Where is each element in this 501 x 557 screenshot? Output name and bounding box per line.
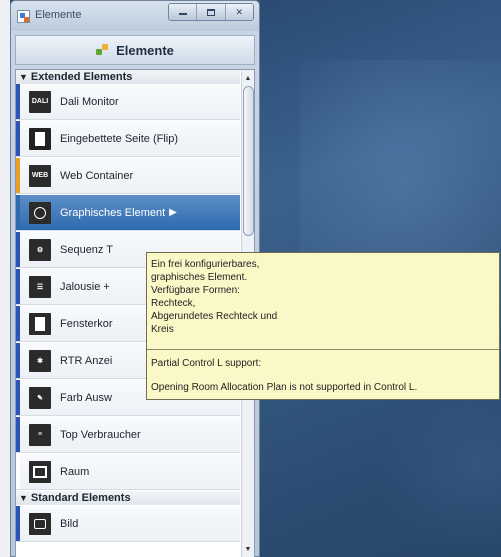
item-accent-bar [16, 158, 20, 193]
background-strip [0, 0, 10, 557]
blind-icon: ☰ [29, 275, 51, 298]
item-accent-bar [16, 454, 20, 489]
item-accent-bar [16, 306, 20, 341]
item-label: Farb Ausw [60, 391, 112, 404]
tooltip-line: Kreis [151, 324, 174, 335]
section-label: Standard Elements [30, 492, 131, 504]
item-accent-bar [16, 195, 20, 230]
item-label: Web Container [60, 169, 134, 182]
caption-buttons: ✕ [168, 3, 254, 21]
item-label: Raum [60, 465, 90, 478]
item-label: Jalousie + [60, 280, 110, 293]
tooltip-opening-note: Opening Room Allocation Plan is not supp… [151, 382, 418, 393]
item-label: Bild [60, 517, 79, 530]
minimize-button[interactable] [169, 4, 198, 20]
item-label: RTR Anzei [60, 354, 113, 367]
item-label: Sequenz T [60, 243, 114, 256]
tooltip-line: Verfügbare Formen: [151, 285, 240, 296]
collapse-triangle-icon: ▼ [19, 72, 28, 82]
list-item-image[interactable]: Bild [16, 506, 240, 542]
rtr-icon: ✱ [29, 349, 51, 372]
item-label: Fensterkor [60, 317, 113, 330]
dali-icon: DALI [29, 90, 51, 113]
color-picker-icon: ✎ [29, 386, 51, 409]
title-bar[interactable]: Elemente ✕ [11, 1, 259, 31]
sequence-icon: ⚙ [29, 238, 51, 261]
room-icon [29, 460, 51, 483]
item-accent-bar [16, 417, 20, 452]
submenu-arrow-icon: ▶ [169, 207, 177, 218]
item-accent-bar [16, 121, 20, 156]
window-contact-icon [29, 312, 51, 335]
graphic-element-icon [29, 201, 51, 224]
collapse-triangle-icon: ▼ [19, 493, 28, 503]
image-icon [29, 512, 51, 535]
minimize-icon [178, 13, 187, 15]
top-consumer-icon: ≡ [29, 423, 51, 446]
maximize-button[interactable] [197, 4, 226, 20]
item-accent-bar [16, 269, 20, 304]
item-label: Graphisches Element [60, 206, 166, 219]
item-accent-bar [16, 506, 20, 541]
list-item-room[interactable]: Raum [16, 454, 240, 490]
scroll-up-arrow-icon[interactable]: ▲ [242, 72, 254, 84]
elements-icon [96, 43, 110, 57]
item-label: Eingebettete Seite (Flip) [60, 132, 179, 145]
panel-header: Elemente [15, 35, 255, 65]
section-label: Extended Elements [30, 71, 133, 83]
tooltip-partial-support: Partial Control L support: [151, 358, 262, 369]
item-label: Dali Monitor [60, 95, 119, 108]
page-icon [29, 127, 51, 150]
item-accent-bar [16, 232, 20, 267]
close-icon: ✕ [235, 6, 244, 17]
scroll-down-arrow-icon[interactable]: ▼ [242, 543, 254, 555]
item-accent-bar [16, 380, 20, 415]
close-button[interactable]: ✕ [225, 4, 253, 20]
list-item-dali-monitor[interactable]: DALI Dali Monitor [16, 84, 240, 120]
list-item-graphic-element[interactable]: Graphisches Element ▶ [16, 195, 240, 231]
item-accent-bar [16, 343, 20, 378]
app-icon [17, 10, 30, 23]
web-container-icon: WEB [29, 164, 51, 187]
panel-header-title: Elemente [116, 42, 174, 58]
item-accent-bar [16, 84, 20, 119]
tooltip-line: graphisches Element. [151, 272, 248, 283]
tooltip-line: Ein frei konfigurierbares, [151, 259, 260, 270]
section-extended-elements[interactable]: ▼ Extended Elements [16, 70, 240, 84]
window-title: Elemente [35, 9, 82, 21]
list-item-top-consumer[interactable]: ≡ Top Verbraucher [16, 417, 240, 453]
tooltip-line: Abgerundetes Rechteck und [151, 311, 278, 322]
tooltip-separator [147, 349, 499, 350]
item-label: Top Verbraucher [60, 428, 141, 441]
list-item-web-container[interactable]: WEB Web Container [16, 158, 240, 194]
scroll-thumb[interactable] [243, 86, 254, 236]
tooltip-line: Rechteck, [151, 298, 196, 309]
list-item-embedded-page[interactable]: Eingebettete Seite (Flip) [16, 121, 240, 157]
maximize-icon [206, 8, 215, 16]
element-tooltip: Ein frei konfigurierbares, graphisches E… [146, 252, 500, 400]
section-standard-elements[interactable]: ▼ Standard Elements [16, 491, 240, 505]
